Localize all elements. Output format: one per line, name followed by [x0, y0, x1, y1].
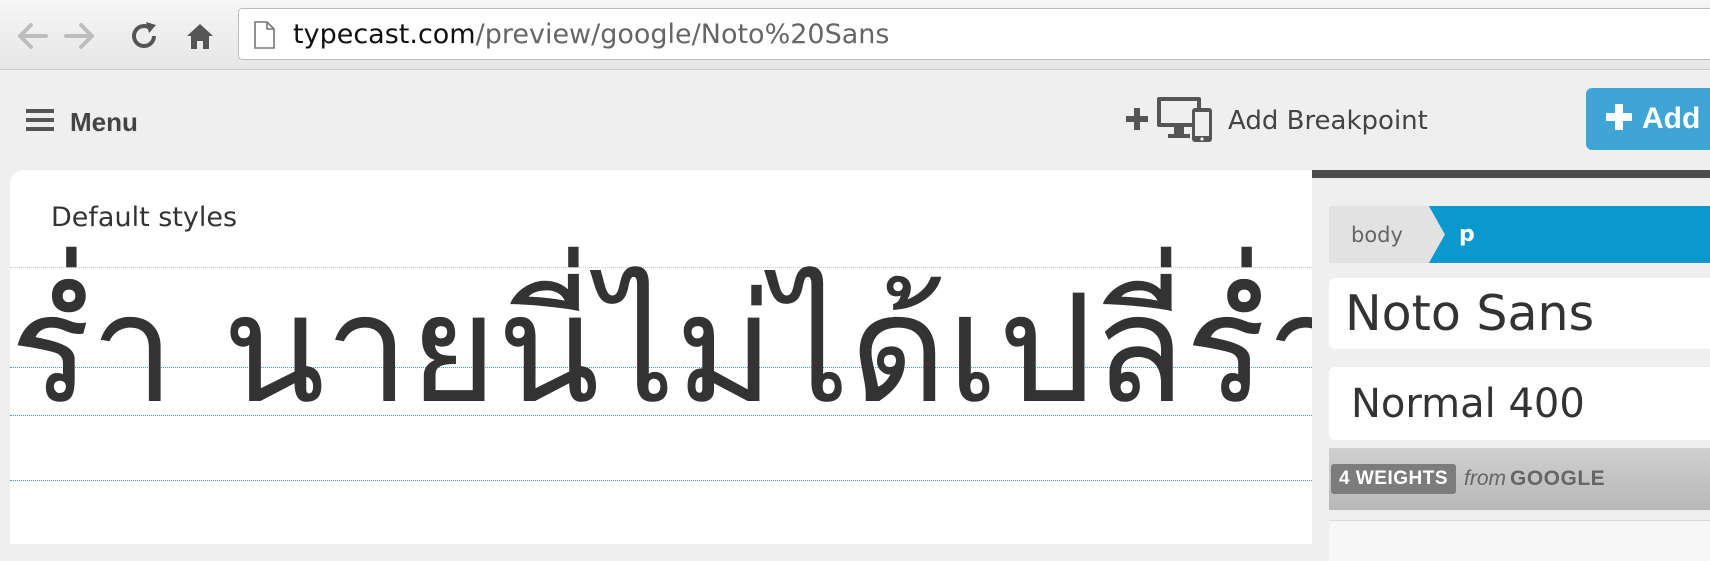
- devices-icon: [1156, 94, 1214, 148]
- guide-line: [10, 480, 1312, 481]
- panel-footer: [1329, 520, 1710, 561]
- forward-arrow-icon: [63, 21, 97, 51]
- reload-icon: [128, 20, 160, 52]
- app-toolbar: Menu Add Breakpoint Add: [0, 71, 1710, 170]
- url-domain: typecast.com: [293, 19, 476, 50]
- breadcrumb-item-p[interactable]: p: [1429, 206, 1710, 263]
- menu-label: Menu: [70, 106, 138, 137]
- font-family-field[interactable]: Noto Sans: [1329, 278, 1710, 349]
- add-breakpoint-button[interactable]: Add Breakpoint: [1126, 93, 1428, 149]
- weights-badge: 4 WEIGHTS: [1331, 464, 1457, 494]
- plus-icon: [1606, 104, 1632, 134]
- source-label: GOOGLE: [1510, 467, 1606, 490]
- browser-toolbar: typecast.com/preview/google/Noto%20Sans: [0, 0, 1710, 70]
- add-button-label: Add: [1642, 102, 1701, 135]
- preview-text[interactable]: ร่ำ นายนี่ไม่ได้เปลี่ร่ำ: [10, 260, 1312, 440]
- home-button[interactable]: [180, 16, 220, 56]
- forward-button[interactable]: [60, 16, 100, 56]
- preview-canvas: Default styles ร่ำ นายนี่ไม่ได้เปลี่ร่ำ: [10, 170, 1312, 544]
- breadcrumb: body p: [1329, 206, 1710, 263]
- from-label: from: [1464, 467, 1507, 490]
- breadcrumb-separator-icon: [1415, 206, 1445, 263]
- add-button[interactable]: Add: [1586, 88, 1710, 150]
- font-weight-field[interactable]: Normal 400: [1329, 367, 1710, 440]
- address-bar[interactable]: typecast.com/preview/google/Noto%20Sans: [238, 8, 1710, 60]
- style-panel: body p Noto Sans Normal 400 4 WEIGHTS fr…: [1312, 170, 1710, 561]
- add-breakpoint-label: Add Breakpoint: [1228, 106, 1428, 136]
- reload-button[interactable]: [124, 16, 164, 56]
- section-title: Default styles: [51, 202, 238, 233]
- menu-button[interactable]: Menu: [26, 107, 138, 137]
- hamburger-icon: [26, 108, 54, 136]
- breadcrumb-item-body[interactable]: body: [1329, 206, 1429, 263]
- home-icon: [185, 21, 215, 51]
- page-icon: [253, 21, 275, 53]
- back-button[interactable]: [12, 16, 52, 56]
- plus-icon: [1126, 108, 1148, 134]
- font-source-row: 4 WEIGHTS from GOOGLE: [1329, 448, 1710, 510]
- url-text: typecast.com/preview/google/Noto%20Sans: [293, 20, 889, 50]
- back-arrow-icon: [15, 21, 49, 51]
- url-path: /preview/google/Noto%20Sans: [475, 19, 890, 50]
